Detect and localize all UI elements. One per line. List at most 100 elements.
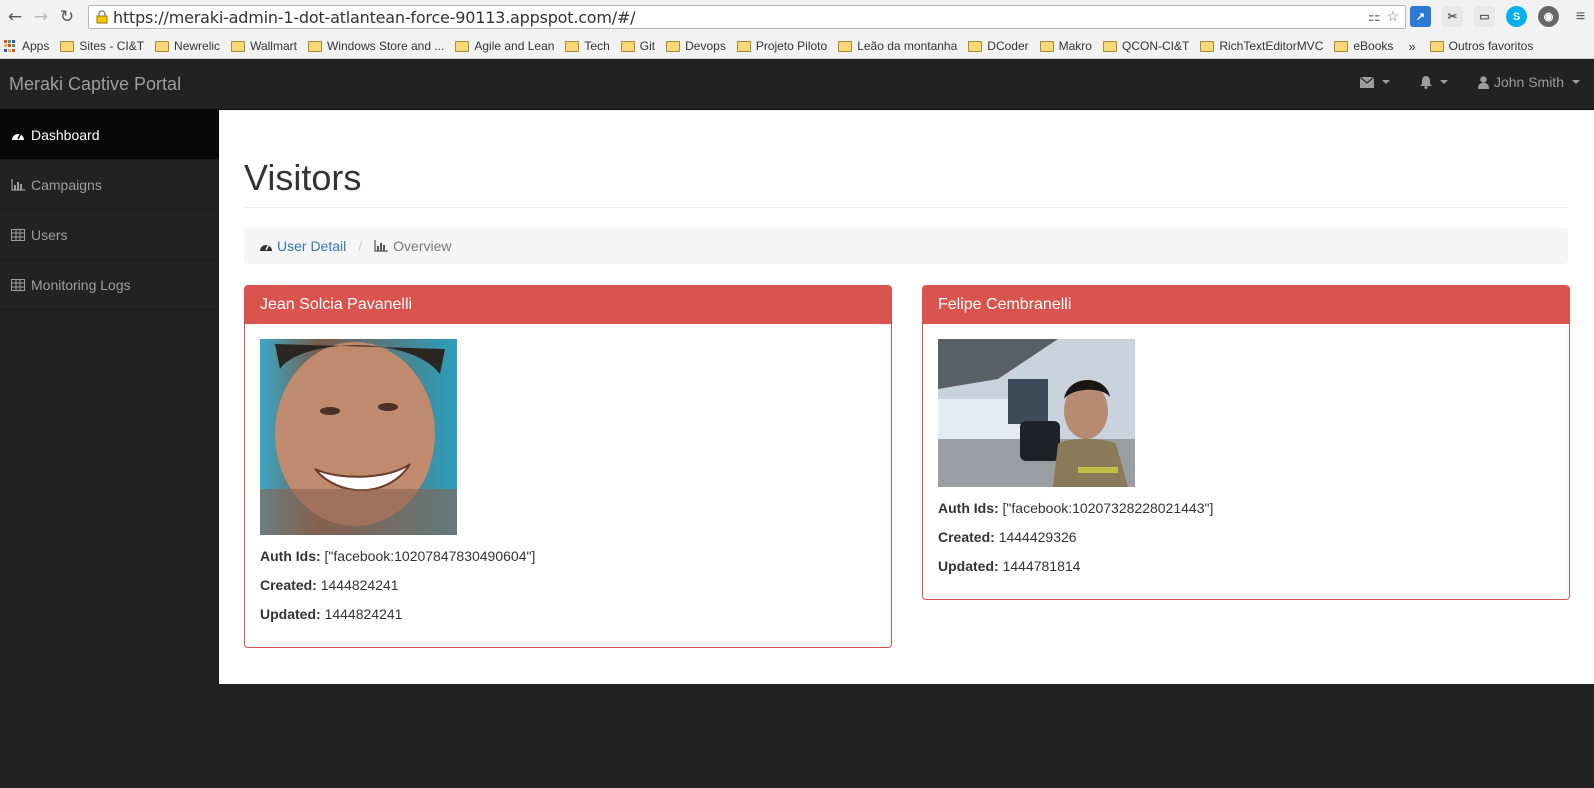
breadcrumb-link-label: User Detail — [277, 238, 347, 254]
bookmark-folder[interactable]: Newrelic — [155, 39, 220, 53]
bookmark-folder[interactable]: Wallmart — [231, 39, 297, 53]
bookmark-label: Devops — [685, 39, 726, 53]
extension-globe-icon[interactable]: ◉ — [1538, 6, 1559, 27]
menu-icon[interactable]: ≡ — [1570, 6, 1591, 27]
bookmark-folder[interactable]: Sites - CI&T — [60, 39, 144, 53]
bell-icon — [1419, 75, 1432, 89]
folder-icon — [838, 40, 853, 52]
sidebar-item-users[interactable]: Users — [0, 210, 219, 260]
bookmark-folder[interactable]: Makro — [1039, 39, 1092, 53]
created-label: Created: — [260, 577, 317, 593]
breadcrumb: User Detail / Overview — [244, 228, 1568, 264]
translate-icon[interactable]: ⚏ — [1368, 8, 1381, 25]
visitor-photo[interactable] — [260, 339, 457, 535]
bookmark-folder[interactable]: QCON-CI&T — [1102, 39, 1190, 53]
visitor-panel: Jean Solcia Pavanelli Auth Ids: ["facebo… — [244, 285, 892, 648]
breadcrumb-link-user-detail[interactable]: User Detail — [259, 238, 346, 254]
dashboard-icon — [12, 132, 24, 140]
forward-icon[interactable]: → — [30, 6, 52, 28]
auth-ids-value: ["facebook:10207328228021443"] — [1002, 500, 1214, 516]
user-dropdown[interactable]: John Smith — [1477, 74, 1580, 90]
folder-icon — [1102, 40, 1117, 52]
bookmark-folder[interactable]: Devops — [666, 39, 726, 53]
folder-icon — [155, 40, 170, 52]
bookmark-label: Makro — [1058, 39, 1092, 53]
warning-lock-icon — [96, 10, 108, 24]
cast-icon[interactable]: ▭ — [1474, 6, 1495, 27]
bookmark-folder[interactable]: DCoder — [968, 39, 1029, 53]
bookmark-folder[interactable]: Git — [620, 39, 656, 53]
bookmark-label: Outros favoritos — [1448, 39, 1534, 53]
brand-title[interactable]: Meraki Captive Portal — [9, 74, 181, 95]
updated-row: Updated: 1444781814 — [938, 558, 1554, 574]
bookmark-folder[interactable]: Windows Store and ... — [307, 39, 445, 53]
bar-chart-icon — [374, 240, 389, 252]
created-value: 1444429326 — [998, 529, 1077, 545]
bookmark-folder[interactable]: eBooks — [1334, 39, 1393, 53]
table-icon — [11, 228, 25, 241]
skype-icon[interactable]: S — [1506, 6, 1527, 27]
bookmark-folder[interactable]: RichTextEditorMVC — [1200, 39, 1323, 53]
folder-icon — [736, 40, 751, 52]
updated-label: Updated: — [938, 558, 999, 574]
created-row: Created: 1444429326 — [938, 529, 1554, 545]
bookmark-folder[interactable]: Projeto Piloto — [736, 39, 828, 53]
sidebar-item-campaigns[interactable]: Campaigns — [0, 160, 219, 210]
bookmark-label: Leão da montanha — [857, 39, 958, 53]
title-divider — [244, 207, 1568, 208]
caret-down-icon — [1572, 80, 1580, 84]
bookmark-label: RichTextEditorMVC — [1219, 39, 1324, 53]
updated-label: Updated: — [260, 606, 321, 622]
bookmark-apps[interactable]: Apps — [0, 39, 49, 53]
updated-value: 1444781814 — [1002, 558, 1081, 574]
browser-toolbar: ← → ↻ https://meraki-admin-1-dot-atlante… — [0, 0, 1594, 34]
dashboard-icon — [260, 243, 272, 251]
visitor-name: Felipe Cembranelli — [923, 286, 1569, 324]
bookmark-folder[interactable]: Agile and Lean — [455, 39, 554, 53]
bookmark-other[interactable]: Outros favoritos — [1429, 39, 1534, 53]
address-bar[interactable]: https://meraki-admin-1-dot-atlantean-for… — [88, 5, 1406, 29]
updated-row: Updated: 1444824241 — [260, 606, 876, 622]
bookmark-label: Sites - CI&T — [79, 39, 145, 53]
visitor-name: Jean Solcia Pavanelli — [245, 286, 891, 324]
visitor-photo[interactable] — [938, 339, 1135, 487]
auth-ids-row: Auth Ids: ["facebook:10207847830490604"] — [260, 548, 876, 564]
extension-cut-icon[interactable]: ✂ — [1442, 6, 1463, 27]
bookmark-label: Tech — [584, 39, 610, 53]
folder-icon — [231, 40, 246, 52]
user-icon — [1477, 75, 1489, 89]
caret-down-icon — [1439, 80, 1448, 84]
folder-icon — [968, 40, 983, 52]
sidebar-item-dashboard[interactable]: Dashboard — [0, 110, 219, 160]
created-value: 1444824241 — [320, 577, 399, 593]
folder-icon — [666, 40, 681, 52]
back-icon[interactable]: ← — [4, 6, 26, 28]
bookmark-label: Git — [639, 39, 656, 53]
created-label: Created: — [938, 529, 995, 545]
auth-ids-label: Auth Ids: — [260, 548, 321, 564]
user-name: John Smith — [1493, 74, 1564, 90]
star-icon[interactable]: ☆ — [1386, 8, 1399, 25]
bookmark-label: Agile and Lean — [474, 39, 555, 53]
bookmark-label: Projeto Piloto — [755, 39, 828, 53]
top-navbar: Meraki Captive Portal John Smith — [0, 59, 1594, 110]
bookmark-folder[interactable]: Leão da montanha — [838, 39, 957, 53]
alerts-dropdown[interactable] — [1419, 75, 1448, 89]
bookmarks-overflow[interactable]: » — [1408, 39, 1415, 54]
reload-icon[interactable]: ↻ — [56, 6, 78, 28]
bookmark-label: Windows Store and ... — [326, 39, 445, 53]
url-text: https://meraki-admin-1-dot-atlantean-for… — [113, 7, 636, 27]
breadcrumb-current: Overview — [374, 238, 452, 254]
folder-icon — [620, 40, 635, 52]
extension-new-icon[interactable]: ↗ — [1410, 6, 1431, 27]
bookmark-label: Wallmart — [250, 39, 297, 53]
messages-dropdown[interactable] — [1359, 76, 1390, 88]
sidebar-item-monitoring-logs[interactable]: Monitoring Logs — [0, 260, 219, 310]
bookmark-label: Newrelic — [174, 39, 221, 53]
auth-ids-value: ["facebook:10207847830490604"] — [324, 548, 536, 564]
bookmark-folder[interactable]: Tech — [565, 39, 610, 53]
bookmark-label: QCON-CI&T — [1121, 39, 1190, 53]
bookmark-label: DCoder — [987, 39, 1029, 53]
bookmark-label: eBooks — [1353, 39, 1394, 53]
page-title: Visitors — [244, 157, 362, 198]
